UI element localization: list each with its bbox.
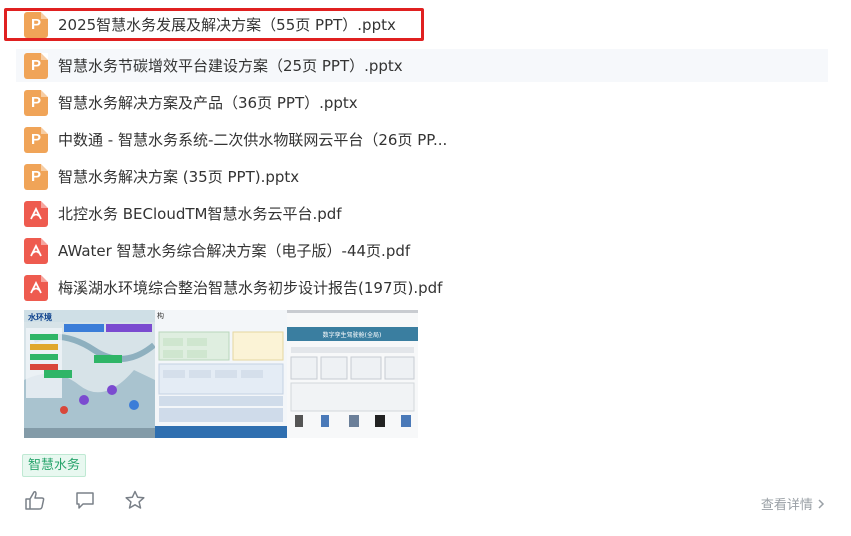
view-details-link[interactable]: 查看详情: [761, 494, 825, 513]
thumbnail-title: 构: [157, 311, 164, 320]
thumbnail-title: 水环境: [27, 312, 52, 322]
action-bar: [24, 490, 148, 512]
pptx-file-icon: P: [24, 52, 48, 79]
file-item-8[interactable]: 梅溪湖水环境综合整治智慧水务初步设计报告(197页).pdf: [16, 271, 828, 304]
file-item-6[interactable]: 北控水务 BECloudTM智慧水务云平台.pdf: [16, 197, 828, 230]
thumbnail-title: 数字孪生驾驶舱(全局): [323, 331, 382, 339]
file-name: 梅溪湖水环境综合整治智慧水务初步设计报告(197页).pdf: [58, 279, 443, 297]
view-details-label: 查看详情: [760, 498, 813, 513]
file-item-5[interactable]: P 智慧水务解决方案 (35页 PPT).pptx: [16, 160, 828, 193]
file-item-4[interactable]: P 中数通 - 智慧水务系统-二次供水物联网云平台（26页 PP...: [16, 123, 828, 156]
file-item-7[interactable]: AWater 智慧水务综合解决方案（电子版）-44页.pdf: [16, 234, 828, 267]
pdf-file-icon: [24, 200, 48, 227]
pptx-file-icon: P: [24, 89, 48, 116]
file-name: 2025智慧水务发展及解决方案（55页 PPT）.pptx: [58, 16, 396, 34]
preview-thumbnails[interactable]: 水环境 构 数字孪生驾驶舱(全局): [24, 310, 418, 438]
star-icon[interactable]: [124, 490, 148, 512]
file-name: 智慧水务解决方案 (35页 PPT).pptx: [58, 168, 300, 186]
file-item-2[interactable]: P 智慧水务节碳增效平台建设方案（25页 PPT）.pptx: [16, 49, 828, 82]
file-name: 北控水务 BECloudTM智慧水务云平台.pdf: [58, 205, 342, 223]
thumbs-up-icon[interactable]: [24, 490, 48, 512]
comment-icon[interactable]: [74, 490, 98, 512]
thumbnail-water-environment[interactable]: 水环境: [24, 310, 155, 438]
file-name: 智慧水务解决方案及产品（36页 PPT）.pptx: [58, 94, 358, 112]
file-name: 中数通 - 智慧水务系统-二次供水物联网云平台（26页 PP...: [58, 131, 448, 149]
pptx-file-icon: P: [24, 126, 48, 153]
pdf-file-icon: [24, 237, 48, 264]
file-name: AWater 智慧水务综合解决方案（电子版）-44页.pdf: [58, 242, 411, 260]
pptx-file-icon: P: [24, 11, 48, 38]
file-item-1[interactable]: P 2025智慧水务发展及解决方案（55页 PPT）.pptx: [4, 8, 424, 41]
thumbnail-architecture[interactable]: 构: [155, 310, 287, 438]
thumbnail-digital-twin[interactable]: 数字孪生驾驶舱(全局): [287, 310, 418, 438]
file-item-3[interactable]: P 智慧水务解决方案及产品（36页 PPT）.pptx: [16, 86, 828, 119]
pptx-file-icon: P: [24, 163, 48, 190]
pdf-file-icon: [24, 274, 48, 301]
topic-tag[interactable]: 智慧水务: [22, 454, 87, 477]
chevron-right-icon: [817, 498, 825, 513]
file-name: 智慧水务节碳增效平台建设方案（25页 PPT）.pptx: [58, 57, 403, 75]
